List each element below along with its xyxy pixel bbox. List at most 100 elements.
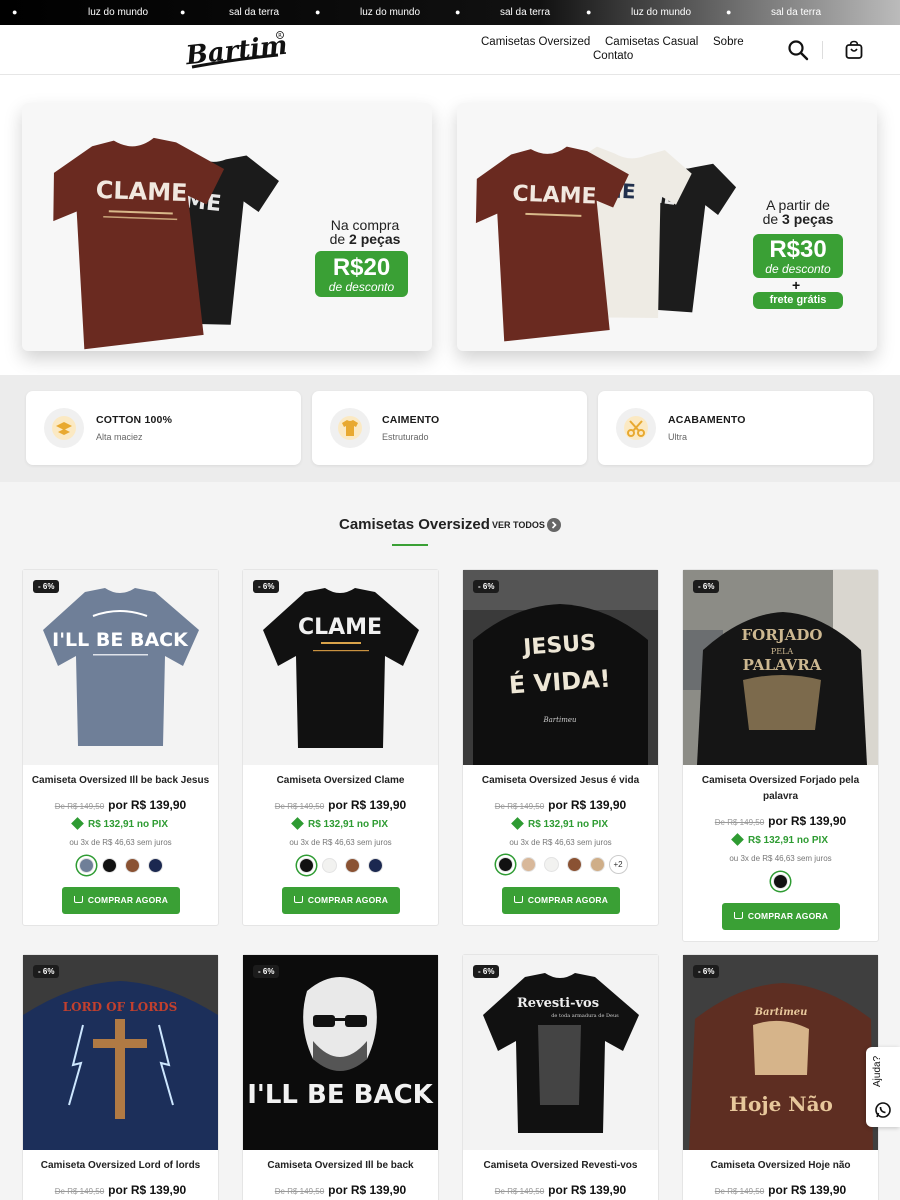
product-name[interactable]: Camiseta Oversized Lord of lords [29,1158,212,1174]
nav-contato[interactable]: Contato [593,50,633,62]
product-name[interactable]: Camiseta Oversized Ill be back Jesus [29,773,212,789]
marquee-item: luz do mundo [88,7,149,18]
marquee-item: luz do mundo [631,7,692,18]
discount-badge: - 6% [693,580,720,593]
color-swatch[interactable] [773,874,788,890]
installments: ou 3x de R$ 46,63 sem juros [69,838,172,847]
product-name[interactable]: Camiseta Oversized Ill be back [249,1158,432,1174]
color-swatch[interactable] [543,857,559,872]
chevron-right-icon[interactable] [547,518,561,532]
price: por R$ 139,90 [548,1183,627,1197]
separator-dot: ● [12,7,18,17]
old-price: De R$ 149,50 [54,1187,105,1196]
color-swatch[interactable] [101,858,117,874]
shopping-bag-icon[interactable] [843,39,865,61]
product-card[interactable]: I'LL BE BACK - 6% Camiseta Oversized Ill… [22,569,219,926]
old-price: De R$ 149,50 [494,802,545,811]
product-image[interactable]: I'LL BE BACK - 6% [243,955,438,1150]
buy-now-button[interactable]: COMPRAR AGORA [502,887,620,914]
discount-badge: - 6% [253,965,280,978]
product-card[interactable]: Revesti-vos de toda armadura de Deus - 6… [462,954,659,1200]
product-card[interactable]: I'LL BE BACK - 6% Camiseta Oversized Ill… [242,954,439,1200]
color-swatch[interactable] [298,858,314,874]
product-card[interactable]: LORD OF LORDS - 6% Camiseta Oversized Lo… [22,954,219,1200]
product-name[interactable]: Camiseta Oversized Jesus é vida [469,773,652,789]
product-name[interactable]: Camiseta Oversized Forjado pela palavra [689,773,872,805]
svg-text:PALAVRA: PALAVRA [743,656,822,674]
color-swatch[interactable] [321,858,337,874]
product-image[interactable]: Revesti-vos de toda armadura de Deus - 6… [463,955,658,1150]
promo-text: Na compra de 2 peças [329,217,401,247]
promo-banner-3-pecas[interactable]: AME AME CLAME A partir de de 3 peças R$3… [457,103,877,351]
discount-badge: - 6% [473,965,500,978]
separator-dot: ● [726,7,732,17]
old-price: De R$ 149,50 [274,1187,325,1196]
product-card[interactable]: CLAME - 6% Camiseta Oversized Clame De R… [242,569,439,926]
feature-card-cotton: COTTON 100% Alta maciez [26,391,301,465]
buy-now-button[interactable]: COMPRAR AGORA [722,903,840,930]
product-name[interactable]: Camiseta Oversized Revesti-vos [469,1158,652,1174]
product-card[interactable]: Bartimeu Hoje Não - 6% Camiseta Oversize… [682,954,879,1200]
product-prices: De R$ 149,50 por R$ 139,90 [683,1181,878,1199]
help-label[interactable]: Ajuda? [872,1056,883,1087]
more-colors-button[interactable]: +2 [608,855,628,874]
color-swatch[interactable] [344,858,360,874]
cotton-icon [44,408,84,448]
shirt-fit-icon [330,408,370,448]
separator-dot: ● [180,7,186,17]
color-swatch[interactable] [566,857,582,872]
product-image[interactable]: LORD OF LORDS - 6% [23,955,218,1150]
brand-logo[interactable]: Bartimeu R [184,27,325,71]
product-image[interactable]: Bartimeu Hoje Não - 6% [683,955,878,1150]
product-prices: De R$ 149,50 por R$ 139,90 [243,796,438,814]
search-icon[interactable] [787,39,809,61]
pix-icon [511,817,524,830]
product-name[interactable]: Camiseta Oversized Hoje não [689,1158,872,1174]
color-swatches: +2 [463,855,658,874]
product-image[interactable]: JESUS É VIDA! Bartimeu - 6% [463,570,658,765]
svg-text:CLAME: CLAME [298,615,382,640]
color-swatch[interactable] [124,858,140,874]
product-card[interactable]: FORJADO PELA PALAVRA - 6% Camiseta Overs… [682,569,879,942]
pix-price: R$ 132,91 no PIX [463,817,658,830]
help-widget[interactable]: Ajuda? [866,1047,900,1127]
discount-badge: - 6% [33,965,60,978]
price: por R$ 139,90 [328,798,407,812]
buy-now-button[interactable]: COMPRAR AGORA [282,887,400,914]
separator-dot: ● [586,7,592,17]
whatsapp-icon[interactable] [874,1101,892,1119]
product-image[interactable]: FORJADO PELA PALAVRA - 6% [683,570,878,765]
nav-sobre[interactable]: Sobre [713,36,744,48]
color-swatch[interactable] [520,857,536,872]
product-name[interactable]: Camiseta Oversized Clame [249,773,432,789]
price: por R$ 139,90 [768,1183,847,1197]
product-card[interactable]: JESUS É VIDA! Bartimeu - 6% Camiseta Ove… [462,569,659,926]
product-image[interactable]: CLAME - 6% [243,570,438,765]
color-swatch[interactable] [367,858,383,874]
separator-dot: ● [315,7,321,17]
product-image[interactable]: I'LL BE BACK - 6% [23,570,218,765]
pix-price: R$ 132,91 no PIX [23,817,218,830]
product-prices: De R$ 149,50 por R$ 139,90 [463,796,658,814]
discount-badge: - 6% [33,580,60,593]
svg-text:Hoje Não: Hoje Não [729,1092,833,1116]
color-swatch[interactable] [78,858,94,874]
color-swatch[interactable] [589,857,605,872]
promo-section: LAME CLAME Na compra de 2 peças R$20 de … [0,75,900,375]
view-all-link[interactable]: VER TODOS [492,520,545,530]
discount-badge: R$30 de desconto [753,234,843,278]
pix-price: R$ 132,91 no PIX [683,833,878,846]
svg-text:FORJADO: FORJADO [742,626,823,644]
color-swatches [23,857,218,875]
marquee-item: sal da terra [229,7,280,18]
buy-now-button[interactable]: COMPRAR AGORA [62,887,180,914]
nav-camisetas-casual[interactable]: Camisetas Casual [605,36,698,48]
price: por R$ 139,90 [328,1183,407,1197]
price: por R$ 139,90 [108,798,187,812]
promo-banner-2-pecas[interactable]: LAME CLAME Na compra de 2 peças R$20 de … [22,103,432,351]
scissors-icon [616,408,656,448]
color-swatches [243,857,438,875]
color-swatch[interactable] [147,858,163,874]
color-swatch[interactable] [497,857,513,872]
nav-camisetas-oversized[interactable]: Camisetas Oversized [481,36,590,48]
